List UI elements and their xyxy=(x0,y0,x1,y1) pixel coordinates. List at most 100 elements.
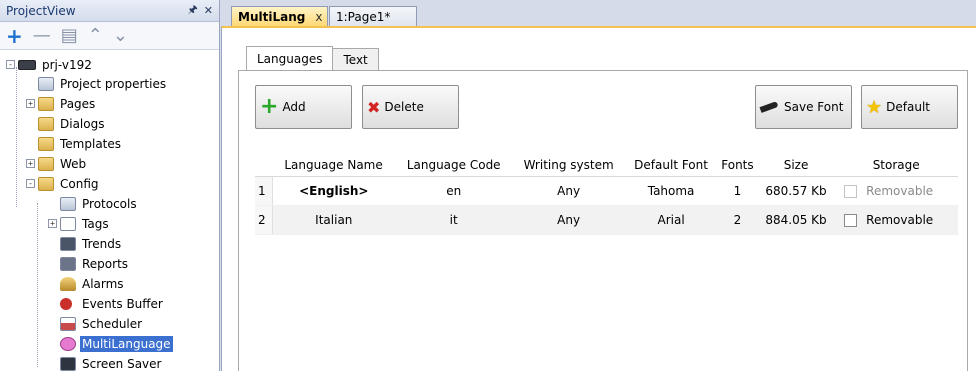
pin-icon[interactable]: 🖈 xyxy=(188,1,198,20)
close-tab-icon[interactable]: x xyxy=(315,10,322,24)
tree-node-label: Pages xyxy=(60,96,96,111)
tree-node-label: Config xyxy=(60,176,99,191)
table-row[interactable]: 1 <English> en Any Tahoma 1 680.57 Kb Re… xyxy=(255,176,958,206)
default-button[interactable]: ★ Default xyxy=(861,85,958,129)
move-down-icon[interactable]: ⌄ xyxy=(113,26,128,45)
protocols-icon xyxy=(60,196,76,211)
expand-icon[interactable]: + xyxy=(26,159,35,168)
star-icon: ★ xyxy=(866,96,883,118)
tab-page1[interactable]: 1:Page1* xyxy=(329,6,417,26)
column-header[interactable]: Language Code xyxy=(395,155,513,177)
collapse-icon[interactable]: - xyxy=(26,179,35,188)
tree-node-config[interactable]: - Config xyxy=(26,174,101,193)
folder-icon xyxy=(38,156,54,171)
tree-node-scheduler[interactable]: Scheduler xyxy=(60,314,144,333)
column-header[interactable]: Language Name xyxy=(272,155,396,177)
properties-icon xyxy=(38,76,54,91)
tree-node-alarms[interactable]: Alarms xyxy=(60,274,126,293)
tree-node-label: Alarms xyxy=(82,276,124,291)
column-header[interactable]: Default Font xyxy=(624,155,718,177)
writing-system-cell[interactable]: Any xyxy=(512,205,625,235)
tree-node-events-buffer[interactable]: Events Buffer xyxy=(60,294,165,313)
language-name-cell[interactable]: <English> xyxy=(272,176,396,206)
speech-bubble-icon xyxy=(60,336,76,351)
tree-node-label: prj-v192 xyxy=(42,57,92,72)
tree-node-screen-saver[interactable]: Screen Saver xyxy=(60,354,163,371)
tab-text[interactable]: Text xyxy=(332,48,379,70)
document-tab-bar: MultiLang x 1:Page1* xyxy=(221,0,976,26)
expand-icon[interactable]: + xyxy=(48,219,57,228)
tree-node-label: Screen Saver xyxy=(82,356,162,371)
add-node-icon[interactable]: + xyxy=(6,26,23,46)
tree-node-dialogs[interactable]: Dialogs xyxy=(38,114,106,133)
column-header[interactable]: Size xyxy=(757,155,835,177)
delete-button[interactable]: ✖ Delete xyxy=(362,85,459,129)
tree-node-label: Events Buffer xyxy=(82,296,163,311)
language-code-cell[interactable]: it xyxy=(395,205,513,235)
table-header-row: Language Name Language Code Writing syst… xyxy=(255,155,958,177)
column-header[interactable]: Fonts xyxy=(717,155,758,177)
tree-node-label: Dialogs xyxy=(60,116,105,131)
save-font-button-label: Save Font xyxy=(784,100,844,114)
tree-node-project[interactable]: - prj-v192 xyxy=(6,55,94,74)
expand-icon[interactable]: + xyxy=(26,99,35,108)
tree-node-reports[interactable]: Reports xyxy=(60,254,130,273)
storage-cell: Removable xyxy=(834,205,958,235)
storage-cell: Removable xyxy=(834,176,958,206)
collapse-icon[interactable]: - xyxy=(6,60,15,69)
languages-table: Language Name Language Code Writing syst… xyxy=(255,155,958,235)
storage-label: Removable xyxy=(866,183,934,198)
rename-icon[interactable]: ▤ xyxy=(61,26,78,45)
close-panel-icon[interactable]: ✕ xyxy=(204,4,213,17)
default-font-cell[interactable]: Tahoma xyxy=(624,176,718,206)
tree-node-label: Project properties xyxy=(60,76,167,91)
default-font-cell[interactable]: Arial xyxy=(624,205,718,235)
printer-icon xyxy=(60,256,76,271)
add-button-label: Add xyxy=(282,100,306,114)
project-tree: - prj-v192 Project properties + Pages Di… xyxy=(0,51,219,371)
tree-node-multilanguage[interactable]: MultiLanguage xyxy=(60,334,173,353)
save-font-button[interactable]: Save Font xyxy=(755,85,852,129)
tree-node-label: Web xyxy=(60,156,87,171)
tab-languages[interactable]: Languages xyxy=(246,46,334,70)
remove-node-icon[interactable]: — xyxy=(33,26,51,45)
tree-node-label: Reports xyxy=(82,256,129,271)
project-view-toolbar: + — ▤ ⌃ ⌄ xyxy=(0,22,219,50)
tree-guide-line xyxy=(37,203,38,367)
tree-node-tags[interactable]: + Tags xyxy=(48,214,111,233)
plus-icon: + xyxy=(260,94,279,119)
column-header[interactable]: Writing system xyxy=(512,155,625,177)
project-icon xyxy=(18,59,36,70)
tree-node-pages[interactable]: + Pages xyxy=(26,94,97,113)
removable-checkbox[interactable] xyxy=(844,213,858,227)
tree-node-label: Scheduler xyxy=(82,316,143,331)
monitor-icon xyxy=(60,356,76,371)
tree-node-label: Trends xyxy=(82,236,122,251)
tree-node-protocols[interactable]: Protocols xyxy=(60,194,139,213)
pin-marker-icon xyxy=(60,297,72,310)
tree-node-web[interactable]: + Web xyxy=(26,154,88,173)
tree-node-project-properties[interactable]: Project properties xyxy=(38,74,168,93)
folder-open-icon xyxy=(38,176,54,191)
writing-system-cell[interactable]: Any xyxy=(512,176,625,206)
project-view-panel: ProjectView 🖈 ✕ + — ▤ ⌃ ⌄ - prj-v192 Pro… xyxy=(0,0,220,371)
add-button[interactable]: + Add xyxy=(255,85,352,129)
fonts-count-cell: 1 xyxy=(717,176,758,206)
removable-checkbox xyxy=(844,184,858,198)
tree-node-templates[interactable]: Templates xyxy=(38,134,123,153)
delete-button-label: Delete xyxy=(384,100,424,114)
table-row[interactable]: 2 Italian it Any Arial 2 884.05 Kb Remov… xyxy=(255,205,958,235)
row-number-header xyxy=(255,155,272,177)
row-number: 2 xyxy=(255,205,273,235)
bell-icon xyxy=(60,276,76,291)
tree-node-trends[interactable]: Trends xyxy=(60,234,123,253)
tab-multilang[interactable]: MultiLang x xyxy=(231,6,328,26)
inner-tab-strip: Languages Text xyxy=(246,46,379,70)
move-up-icon[interactable]: ⌃ xyxy=(88,26,103,45)
tree-node-label: Templates xyxy=(60,136,122,151)
tab-label: 1:Page1* xyxy=(336,9,391,24)
language-code-cell[interactable]: en xyxy=(395,176,513,206)
column-header[interactable]: Storage xyxy=(834,155,958,177)
trends-icon xyxy=(60,236,76,251)
language-name-cell[interactable]: Italian xyxy=(272,205,396,235)
